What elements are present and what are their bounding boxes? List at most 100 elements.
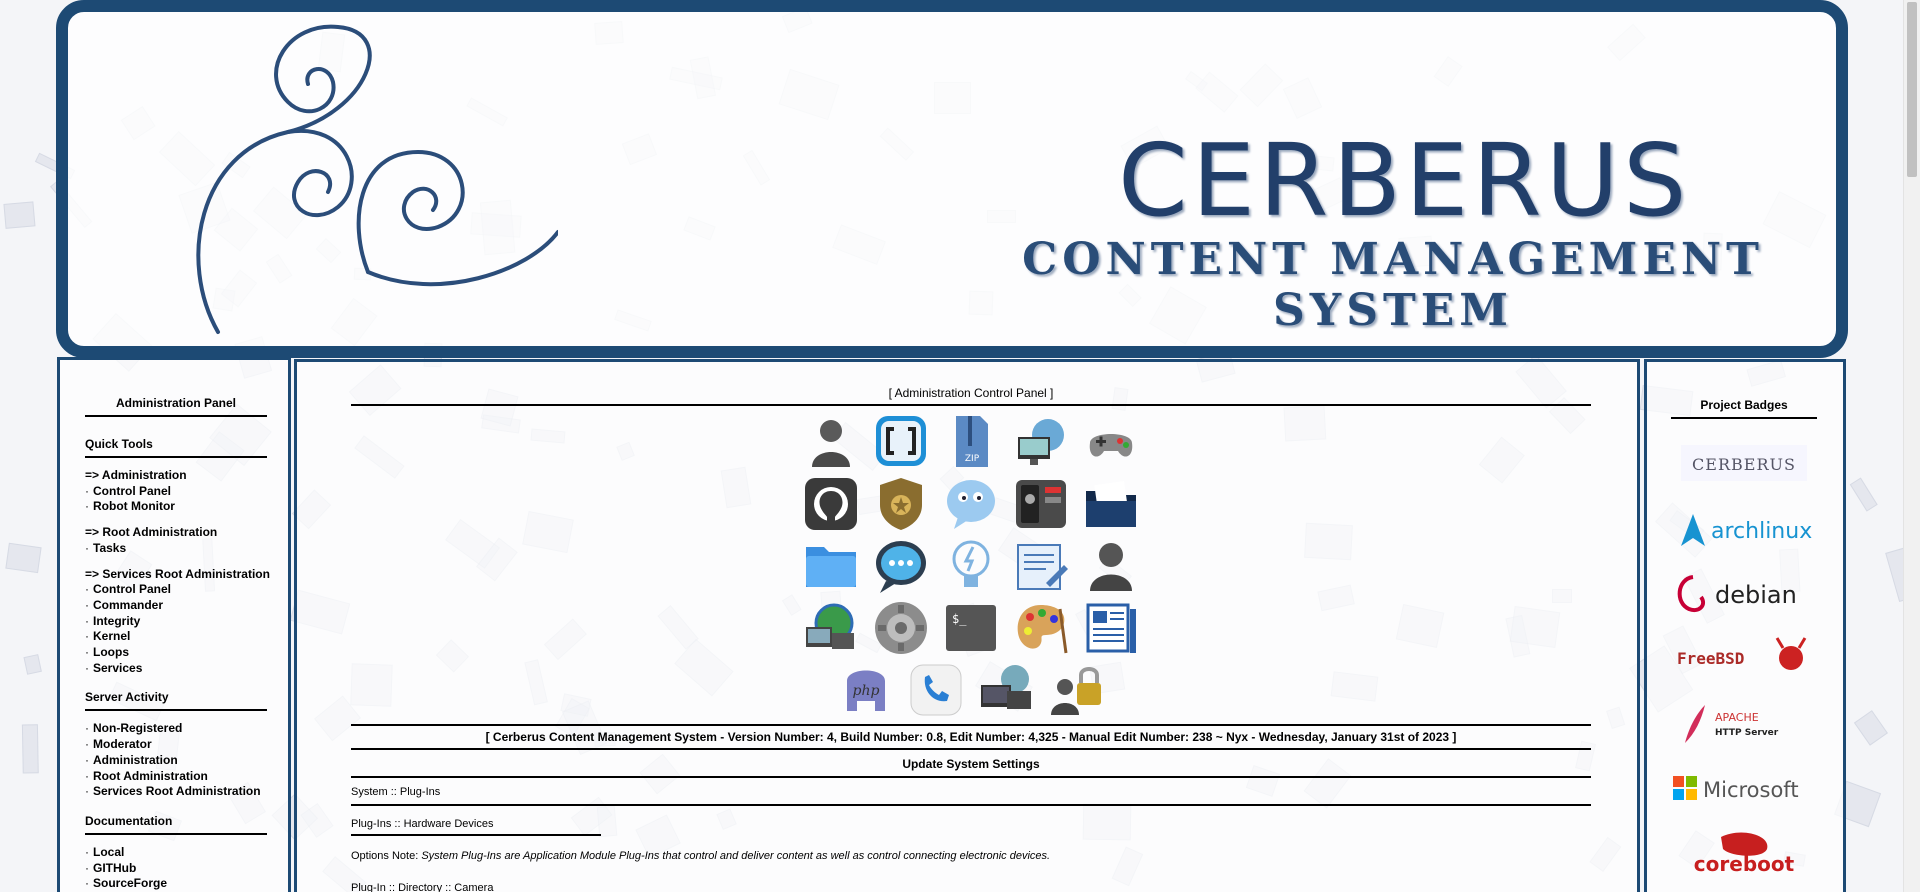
nav-link[interactable]: · Commander <box>85 598 267 614</box>
security-badge-icon[interactable] <box>870 474 932 532</box>
breadcrumb-camera[interactable]: Plug-In :: Directory :: Camera <box>351 868 1591 892</box>
confetti-piece <box>21 723 39 774</box>
nav-label: Root Administration <box>93 768 208 783</box>
svg-text:coreboot: coreboot <box>1694 852 1795 876</box>
folder-documents-icon-graphic <box>1086 481 1136 527</box>
monitors-globe-icon-graphic <box>981 665 1031 709</box>
badge-cerberus[interactable]: CERBERUS <box>1671 439 1817 487</box>
freebsd-logo-icon: FreeBSD <box>1677 637 1807 670</box>
nav-label: Administration <box>93 752 178 767</box>
svg-text:CERBERUS: CERBERUS <box>1692 455 1796 474</box>
nav-link[interactable]: · Control Panel <box>85 484 267 500</box>
terminal-icon[interactable]: $_ <box>940 598 1002 656</box>
nav-link[interactable]: · Administration <box>85 753 267 769</box>
badge-apache[interactable]: APACHE HTTP Server <box>1671 699 1817 747</box>
chat-face-icon-graphic <box>947 480 995 529</box>
badge-freebsd[interactable]: FreeBSD <box>1671 634 1817 682</box>
scrollbar-thumb[interactable] <box>1907 2 1917 177</box>
nav-group-header[interactable]: => Services Root Administration <box>85 567 270 583</box>
microsoft-logo-icon: Microsoft <box>1673 776 1799 802</box>
user-silhouette-icon[interactable] <box>800 412 862 470</box>
folder-icon[interactable] <box>800 536 862 594</box>
gamepad-icon[interactable] <box>1080 412 1142 470</box>
github-icon[interactable] <box>800 474 862 532</box>
svg-text:$_: $_ <box>952 612 967 626</box>
nav-label: Local <box>93 844 125 859</box>
chat-face-icon[interactable] <box>940 474 1002 532</box>
nav-link[interactable]: · Non-Registered <box>85 721 267 737</box>
nav-link[interactable]: · Root Administration <box>85 769 267 785</box>
nav-link[interactable]: · Moderator <box>85 737 267 753</box>
zip-archive-icon-graphic: ZIP <box>956 416 988 467</box>
options-note: Options Note: System Plug-Ins are Applic… <box>351 836 1591 868</box>
paint-palette-icon[interactable] <box>1010 598 1072 656</box>
nav-gap <box>85 557 267 567</box>
zip-archive-icon[interactable]: ZIP <box>940 412 1002 470</box>
gear-icon[interactable] <box>870 598 932 656</box>
folder-documents-icon[interactable] <box>1080 474 1142 532</box>
nav-label: Kernel <box>93 629 131 644</box>
paint-palette-icon-graphic <box>1017 605 1068 654</box>
bullet: · <box>85 645 89 660</box>
bullet: · <box>85 768 89 783</box>
admin-panel-title: Administration Panel <box>85 396 267 417</box>
bullet: · <box>85 876 89 891</box>
nav-label: Commander <box>93 597 164 612</box>
user-lock-icon[interactable] <box>1045 660 1107 718</box>
nav-label: Tasks <box>93 540 127 555</box>
php-elephant-icon[interactable]: php <box>835 660 897 718</box>
brand-title: CERBERUS <box>1118 122 1691 239</box>
network-monitor-icon[interactable] <box>1010 412 1072 470</box>
nav-label: Non-Registered <box>93 721 183 736</box>
section-heading: Documentation <box>85 814 267 835</box>
nav-link[interactable]: · Integrity <box>85 614 267 630</box>
power-panel-icon-graphic <box>1016 480 1066 528</box>
nav-link[interactable]: · GITHub <box>85 861 267 877</box>
icon-row <box>799 474 1144 532</box>
svg-text:debian: debian <box>1715 581 1797 609</box>
power-panel-icon[interactable] <box>1010 474 1072 532</box>
lightbulb-icon-graphic <box>952 540 990 587</box>
brackets-icon[interactable] <box>870 412 932 470</box>
nav-link[interactable]: · SourceForge <box>85 876 267 892</box>
bullet: · <box>85 483 89 498</box>
nav-label: => Administration <box>85 468 187 482</box>
newspaper-icon[interactable] <box>1080 598 1142 656</box>
user-silhouette-icon-graphic <box>812 420 850 467</box>
badge-archlinux[interactable]: archlinux <box>1671 504 1817 552</box>
nav-gap <box>85 515 267 525</box>
nav-link[interactable]: · Services Root Administration <box>85 784 267 800</box>
nav-link[interactable]: · Services <box>85 661 267 677</box>
page-scrollbar[interactable] <box>1903 0 1920 892</box>
coreboot-logo-icon: coreboot <box>1694 832 1795 876</box>
svg-text:APACHE: APACHE <box>1715 711 1759 724</box>
nav-link[interactable]: · Tasks <box>85 541 267 557</box>
icon-row <box>799 536 1144 594</box>
monitors-globe-icon[interactable] <box>975 660 1037 718</box>
network-globe-icon[interactable] <box>800 598 862 656</box>
nav-group-header[interactable]: => Administration <box>85 468 267 484</box>
nav-link[interactable]: · Robot Monitor <box>85 499 267 515</box>
bullet: · <box>85 629 89 644</box>
nav-label: Control Panel <box>93 483 172 498</box>
confetti-piece <box>2 201 36 229</box>
nav-link[interactable]: · Control Panel <box>85 582 267 598</box>
badge-coreboot[interactable]: coreboot <box>1671 829 1817 877</box>
security-badge-icon-graphic <box>880 478 922 530</box>
svg-text:ZIP: ZIP <box>965 454 980 464</box>
lightbulb-icon[interactable] <box>940 536 1002 594</box>
badge-microsoft[interactable]: Microsoft <box>1671 764 1817 812</box>
bullet: · <box>85 737 89 752</box>
speech-bubble-icon[interactable] <box>870 536 932 594</box>
text-editor-icon[interactable] <box>1010 536 1072 594</box>
nav-link[interactable]: · Loops <box>85 645 267 661</box>
nav-list: · Non-Registered · Moderator · Administration… <box>85 721 267 800</box>
nav-link[interactable]: · Local <box>85 845 267 861</box>
phone-icon[interactable] <box>905 660 967 718</box>
badge-debian[interactable]: debian <box>1671 569 1817 617</box>
user-bust-icon[interactable] <box>1080 536 1142 594</box>
svg-text:Microsoft: Microsoft <box>1703 778 1799 802</box>
nav-link[interactable]: · Kernel <box>85 629 267 645</box>
nav-group-header[interactable]: => Root Administration <box>85 525 267 541</box>
cerberus-logo-icon: CERBERUS <box>1681 445 1807 481</box>
